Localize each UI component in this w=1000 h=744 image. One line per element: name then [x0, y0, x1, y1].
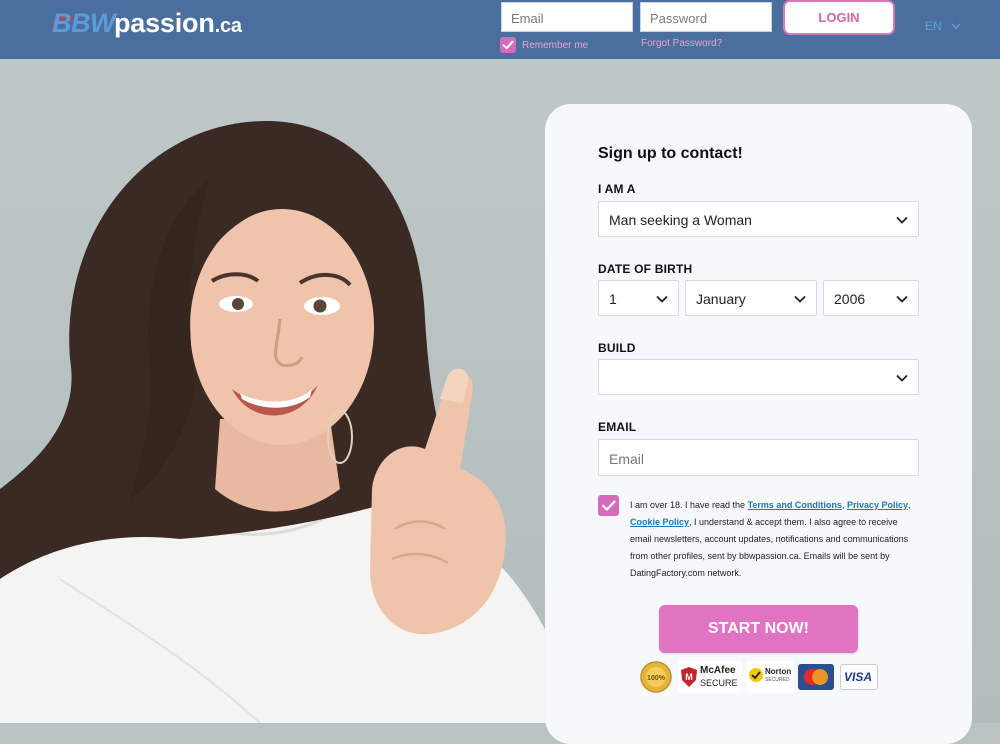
- dob-day-value: 1: [609, 291, 617, 307]
- norton-sub-label: SECURED: [765, 677, 790, 683]
- forgot-password-link[interactable]: Forgot Password?: [641, 38, 722, 49]
- start-now-button[interactable]: START NOW!: [659, 605, 858, 653]
- chevron-down-icon: [656, 295, 668, 303]
- checkmark-icon: [502, 40, 514, 50]
- mcafee-sub-label: SECURE: [700, 678, 738, 688]
- chevron-down-icon: [896, 216, 908, 224]
- build-select[interactable]: [598, 359, 919, 395]
- signup-email-input[interactable]: Email: [598, 439, 919, 476]
- visa-badge: VISA: [840, 664, 878, 690]
- dob-month-select[interactable]: January: [685, 280, 817, 316]
- chevron-down-icon: [896, 295, 908, 303]
- top-header: BBW passion.ca Email Password LOGIN Reme…: [0, 0, 1000, 59]
- i-am-value: Man seeking a Woman: [609, 212, 752, 228]
- login-button[interactable]: LOGIN: [783, 0, 895, 35]
- chevron-down-icon[interactable]: [950, 20, 962, 32]
- svg-text:100%: 100%: [647, 675, 666, 682]
- remember-me-checkbox[interactable]: [500, 37, 516, 53]
- build-label: BUILD: [598, 341, 636, 355]
- guarantee-seal-icon: 100%: [640, 661, 672, 693]
- dob-day-select[interactable]: 1: [598, 280, 679, 316]
- svg-text:M: M: [685, 672, 693, 682]
- i-am-select[interactable]: Man seeking a Woman: [598, 201, 919, 237]
- mcafee-shield-icon: M: [681, 667, 697, 687]
- checkmark-icon: [601, 500, 616, 511]
- date-of-birth-label: DATE OF BIRTH: [598, 262, 693, 276]
- trust-badges: 100% M McAfee SECURE Norton SECURED VISA: [640, 661, 880, 695]
- chevron-down-icon: [794, 295, 806, 303]
- agree-comma: ,: [907, 500, 911, 510]
- cookie-policy-link[interactable]: Cookie Policy: [630, 517, 689, 527]
- privacy-policy-link[interactable]: Privacy Policy: [847, 500, 908, 510]
- norton-check-icon: [749, 668, 763, 682]
- agree-text-part1: I am over 18. I have read the: [630, 500, 748, 510]
- logo-text-bbw: BBW: [52, 8, 115, 38]
- mcafee-badge: M McAfee SECURE: [678, 661, 742, 693]
- header-password-input[interactable]: Password: [640, 2, 772, 32]
- dob-year-select[interactable]: 2006: [823, 280, 919, 316]
- logo-text-passion: passion.ca: [114, 8, 242, 38]
- visa-label: VISA: [844, 670, 873, 684]
- dob-month-value: January: [696, 291, 746, 307]
- header-email-input[interactable]: Email: [501, 2, 633, 32]
- email-label: EMAIL: [598, 420, 637, 434]
- i-am-label: I AM A: [598, 182, 636, 196]
- norton-label: Norton: [765, 667, 792, 676]
- terms-link[interactable]: Terms and Conditions: [748, 500, 842, 510]
- norton-badge: Norton SECURED: [746, 661, 794, 693]
- remember-me-label[interactable]: Remember me: [522, 40, 588, 51]
- language-selector[interactable]: EN: [925, 19, 942, 33]
- dob-year-value: 2006: [834, 291, 866, 307]
- chevron-down-icon: [896, 374, 908, 382]
- mcafee-label: McAfee: [700, 665, 736, 676]
- terms-agree-checkbox[interactable]: [598, 495, 619, 516]
- mastercard-icon: [798, 664, 834, 690]
- signup-title: Sign up to contact!: [598, 145, 743, 162]
- terms-agreement-text: I am over 18. I have read the Terms and …: [630, 497, 912, 582]
